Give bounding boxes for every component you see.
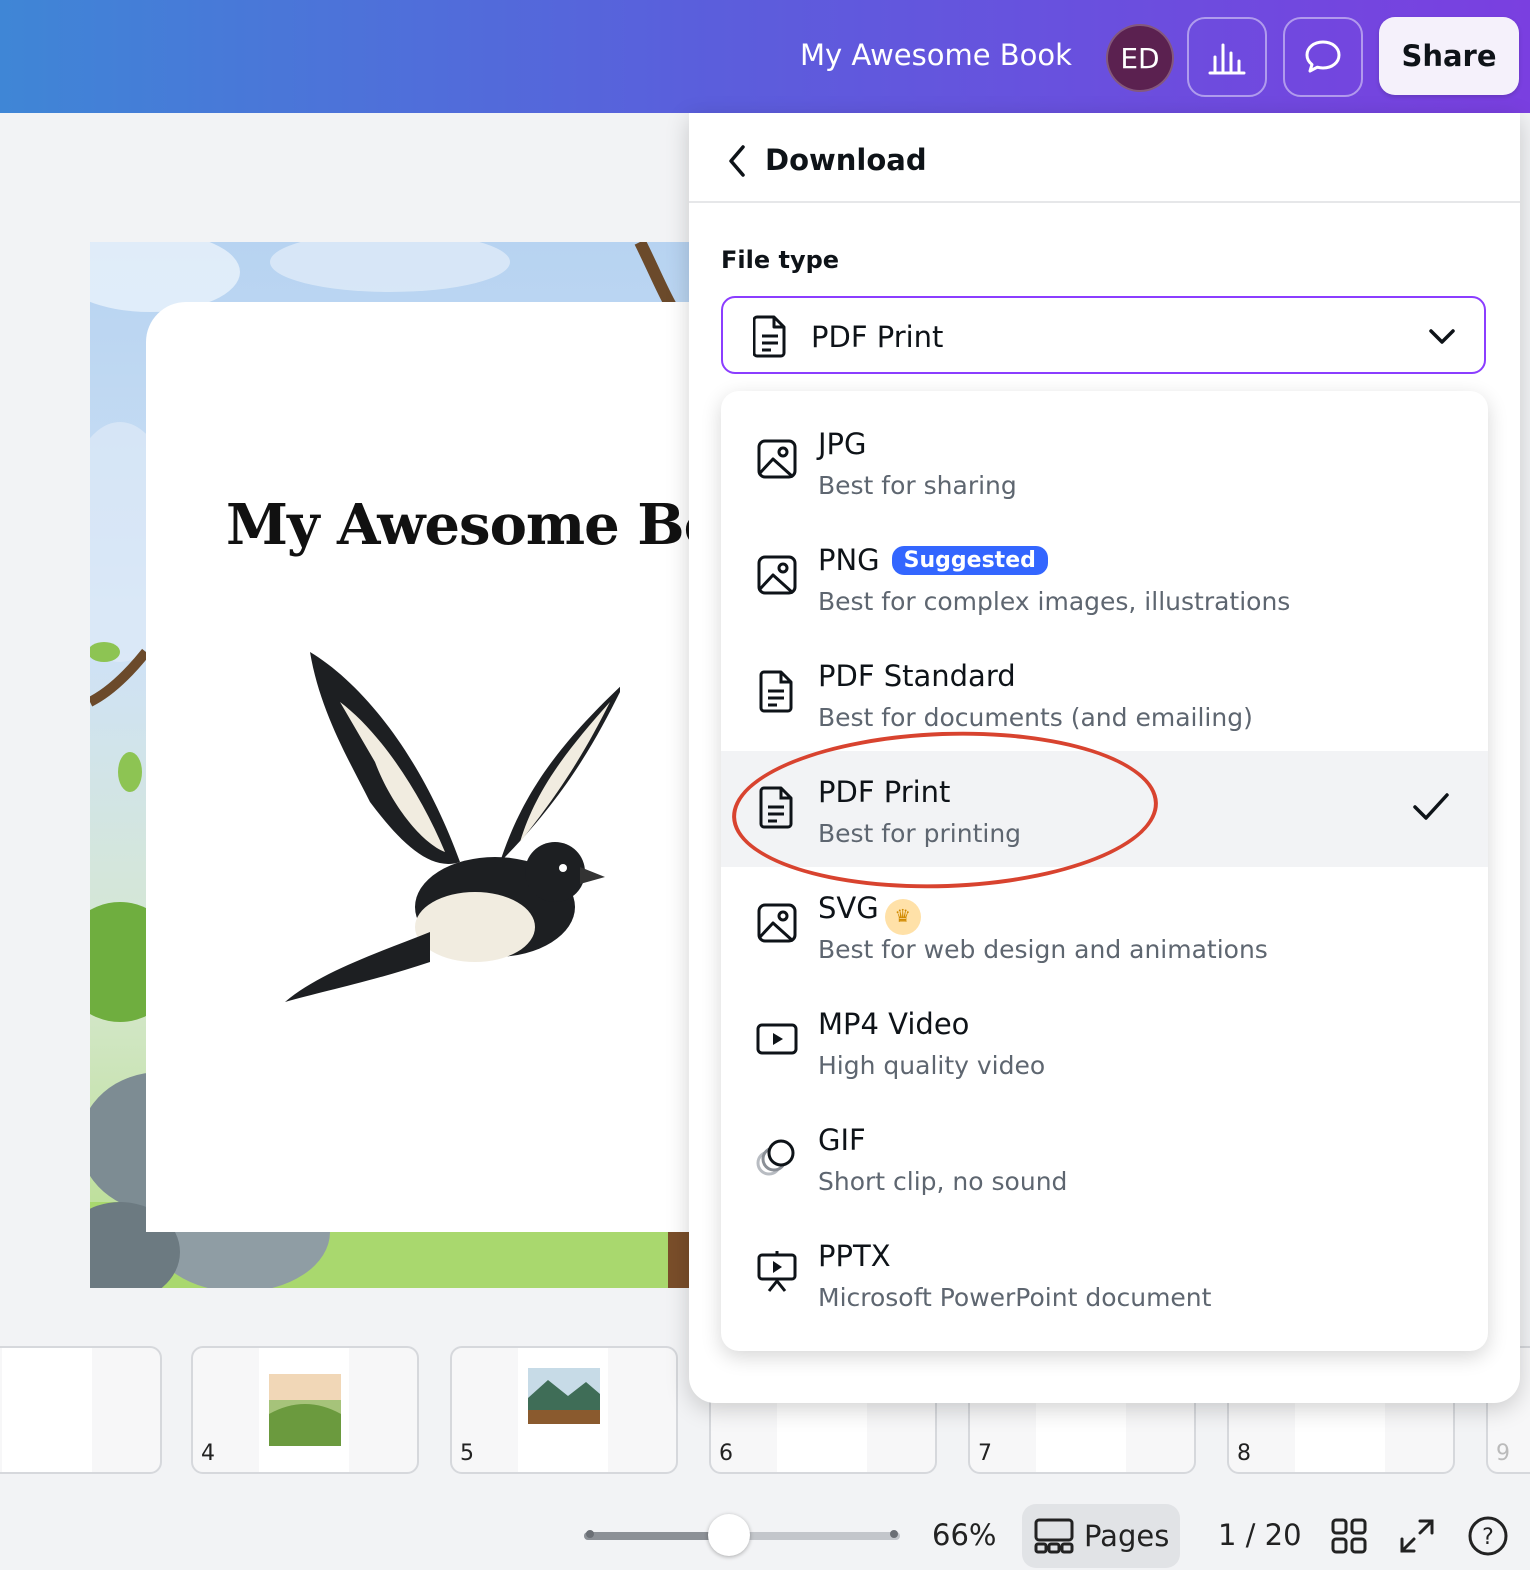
option-description: Microsoft PowerPoint document — [818, 1283, 1212, 1312]
pages-button[interactable]: Pages — [1022, 1504, 1180, 1568]
option-svg[interactable]: SVG ♛ Best for web design and animations — [721, 867, 1488, 983]
checkmark-icon — [1413, 793, 1449, 820]
design-page[interactable]: My Awesome Book — [90, 242, 690, 1288]
video-icon — [756, 1023, 798, 1055]
option-description: Best for sharing — [818, 471, 1017, 500]
comment-icon — [1305, 40, 1341, 73]
option-name: PPTX — [818, 1239, 891, 1273]
presentation-icon — [757, 1251, 797, 1292]
page-thumbnail[interactable]: 4 — [191, 1346, 419, 1474]
option-description: Best for documents (and emailing) — [818, 703, 1253, 732]
chevron-left-icon[interactable] — [723, 143, 751, 179]
mountain-thumbnail-image — [528, 1368, 600, 1424]
option-name: PDF Standard — [818, 659, 1016, 693]
thumbnail-number: 7 — [978, 1441, 992, 1466]
option-name: PNG — [818, 543, 880, 577]
file-type-value: PDF Print — [811, 320, 944, 354]
panel-title: Download — [765, 143, 927, 177]
option-png[interactable]: PNG Suggested Best for complex images, il… — [721, 519, 1488, 635]
option-mp4-video[interactable]: MP4 Video High quality video — [721, 983, 1488, 1099]
share-button[interactable]: Share — [1379, 17, 1519, 95]
landscape-thumbnail-image — [269, 1374, 341, 1446]
magpie-bird-illustration[interactable] — [280, 642, 620, 1022]
chevron-down-icon — [1429, 329, 1455, 344]
thumbnail-number: 9 — [1496, 1441, 1510, 1466]
top-bar: My Awesome Book ED Share — [0, 0, 1530, 113]
option-description: Short clip, no sound — [818, 1167, 1068, 1196]
svg-text:?: ? — [1482, 1525, 1494, 1550]
option-name: SVG — [818, 891, 879, 925]
crown-icon: ♛ — [884, 899, 921, 935]
image-icon — [757, 555, 797, 595]
analytics-button[interactable] — [1187, 17, 1267, 97]
document-title[interactable]: My Awesome Book — [800, 38, 1072, 72]
option-pptx[interactable]: PPTX Microsoft PowerPoint document — [721, 1215, 1488, 1331]
zoom-level[interactable]: 66% — [932, 1518, 996, 1552]
option-name: JPG — [818, 427, 867, 461]
page-thumbnail[interactable] — [0, 1346, 162, 1474]
book-title-text[interactable]: My Awesome Book — [226, 492, 690, 558]
option-name: GIF — [818, 1123, 866, 1157]
document-icon — [759, 670, 793, 713]
option-pdf-standard[interactable]: PDF Standard Best for documents (and ema… — [721, 635, 1488, 751]
option-description: Best for web design and animations — [818, 935, 1268, 964]
thumbnail-number: 6 — [719, 1441, 733, 1466]
page-indicator: 1 / 20 — [1218, 1518, 1302, 1552]
pages-label: Pages — [1084, 1519, 1170, 1553]
image-icon — [757, 439, 797, 479]
gif-icon — [756, 1139, 795, 1176]
thumbnail-number: 8 — [1237, 1441, 1251, 1466]
zoom-slider-handle[interactable] — [708, 1514, 750, 1556]
option-description: High quality video — [818, 1051, 1046, 1080]
image-icon — [757, 903, 797, 943]
document-icon — [753, 315, 786, 358]
comments-button[interactable] — [1283, 17, 1363, 97]
panel-header: Download — [689, 113, 1520, 203]
option-jpg[interactable]: JPG Best for sharing — [721, 403, 1488, 519]
thumbnail-number: 4 — [201, 1441, 215, 1466]
bar-chart-icon — [1208, 43, 1246, 75]
file-type-select[interactable]: PDF Print — [721, 296, 1486, 374]
page-thumbnail[interactable]: 5 — [450, 1346, 678, 1474]
avatar[interactable]: ED — [1106, 24, 1174, 92]
pages-layout-icon — [1034, 1518, 1074, 1554]
option-description: Best for complex images, illustrations — [818, 587, 1291, 616]
fullscreen-icon[interactable] — [1398, 1517, 1436, 1555]
file-type-label: File type — [721, 246, 840, 274]
thumbnail-number: 5 — [460, 1441, 474, 1466]
option-name: MP4 Video — [818, 1007, 970, 1041]
option-gif[interactable]: GIF Short clip, no sound — [721, 1099, 1488, 1215]
suggested-badge: Suggested — [891, 546, 1048, 575]
help-icon[interactable]: ? — [1467, 1515, 1509, 1557]
grid-view-icon[interactable] — [1331, 1518, 1367, 1554]
